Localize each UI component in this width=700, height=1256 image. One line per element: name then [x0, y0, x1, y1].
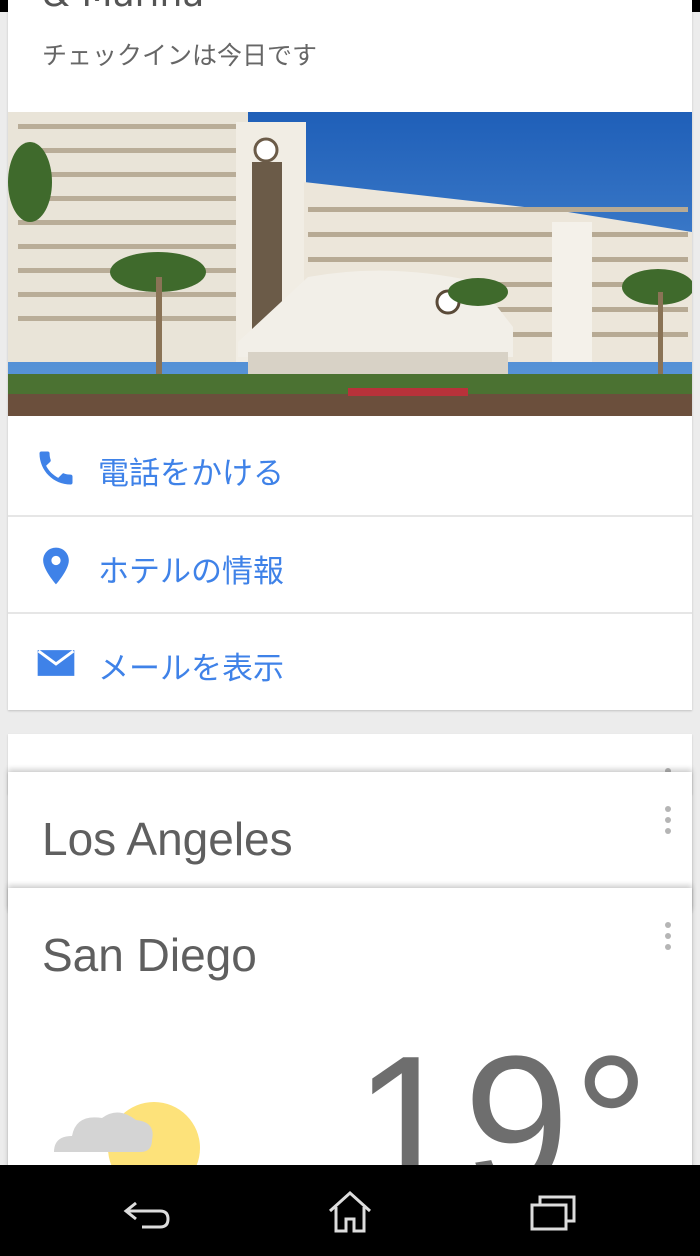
location-pin-icon — [43, 547, 69, 585]
hotel-info-label: ホテルの情報 — [98, 554, 284, 590]
mail-icon — [37, 649, 75, 676]
city-name: Los Angeles — [42, 813, 293, 865]
recent-apps-icon[interactable] — [528, 1189, 580, 1235]
weather-card-san-diego[interactable]: San Diego 19° — [8, 888, 692, 1218]
hotel-card: & Marina チェックインは今日です — [8, 0, 692, 710]
hotel-name: & Marina — [42, 0, 204, 15]
call-action-label: 電話をかける — [98, 456, 284, 492]
home-icon[interactable] — [324, 1189, 376, 1235]
overflow-menu-icon[interactable] — [658, 806, 678, 840]
city-name: San Diego — [42, 929, 257, 981]
view-mail-label: メールを表示 — [98, 651, 284, 687]
hotel-photo[interactable] — [8, 112, 692, 416]
phone-icon — [39, 451, 73, 485]
overflow-menu-icon[interactable] — [658, 922, 678, 956]
back-icon[interactable] — [122, 1189, 174, 1235]
view-mail-action[interactable]: メールを表示 — [8, 613, 692, 710]
hotel-info-action[interactable]: ホテルの情報 — [8, 516, 692, 613]
checkin-status: チェックインは今日です — [42, 41, 318, 70]
navigation-bar — [0, 1165, 700, 1256]
call-action[interactable]: 電話をかける — [8, 418, 692, 515]
